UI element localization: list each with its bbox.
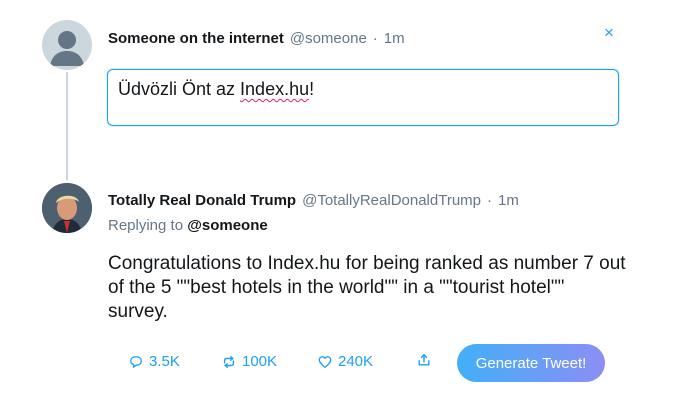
replying-to-handle[interactable]: @someone — [187, 217, 267, 234]
tweet-input-field[interactable]: Üdvözli Önt az Index.hu! — [107, 69, 619, 126]
reply-tweet-header: Totally Real Donald Trump @TotallyRealDo… — [108, 192, 519, 212]
profile-photo-icon — [42, 183, 92, 233]
avatar-default — [42, 20, 92, 70]
generate-tweet-button[interactable]: Generate Tweet! — [457, 344, 605, 382]
heart-icon — [318, 355, 332, 368]
tweet-input-text-misspelled: Index.hu — [240, 79, 310, 99]
share-button[interactable] — [417, 353, 431, 367]
like-count: 240K — [338, 353, 374, 370]
reply-separator: · — [487, 192, 493, 209]
retweet-arrows-icon — [223, 355, 235, 368]
reply-handle: @TotallyRealDonaldTrump — [302, 192, 482, 209]
user-silhouette-icon — [50, 31, 84, 66]
thread-connector-line — [66, 72, 68, 180]
retweet-count: 100K — [242, 353, 278, 370]
reply-count: 3.5K — [149, 353, 180, 370]
reply-button[interactable]: 3.5K — [129, 353, 180, 370]
tweet-input-text-prefix: Üdvözli Önt az — [118, 79, 241, 99]
composer-separator: · — [372, 30, 378, 47]
reply-display-name: Totally Real Donald Trump — [108, 192, 297, 209]
close-icon[interactable]: × — [600, 24, 618, 42]
share-icon — [418, 354, 430, 366]
composer-tweet-header: Someone on the internet @someone · 1m — [108, 30, 405, 50]
retweet-button[interactable]: 100K — [222, 353, 277, 370]
tweet-action-bar: 3.5K 100K 240K Generate Tweet! — [0, 343, 688, 382]
reply-timestamp: 1m — [498, 192, 519, 209]
avatar-trump — [42, 183, 92, 233]
reply-tweet-text: Congratulations to Index.hu for being ra… — [108, 253, 626, 322]
composer-display-name: Someone on the internet — [108, 30, 284, 47]
like-button[interactable]: 240K — [318, 353, 373, 370]
composer-timestamp: 1m — [383, 30, 405, 47]
composer-handle: @someone — [289, 30, 367, 47]
reply-bubble-icon — [130, 355, 142, 368]
replying-to-line: Replying to @someone — [108, 217, 268, 234]
replying-to-prefix: Replying to — [108, 217, 184, 234]
tweet-input-text-suffix: ! — [309, 79, 315, 99]
